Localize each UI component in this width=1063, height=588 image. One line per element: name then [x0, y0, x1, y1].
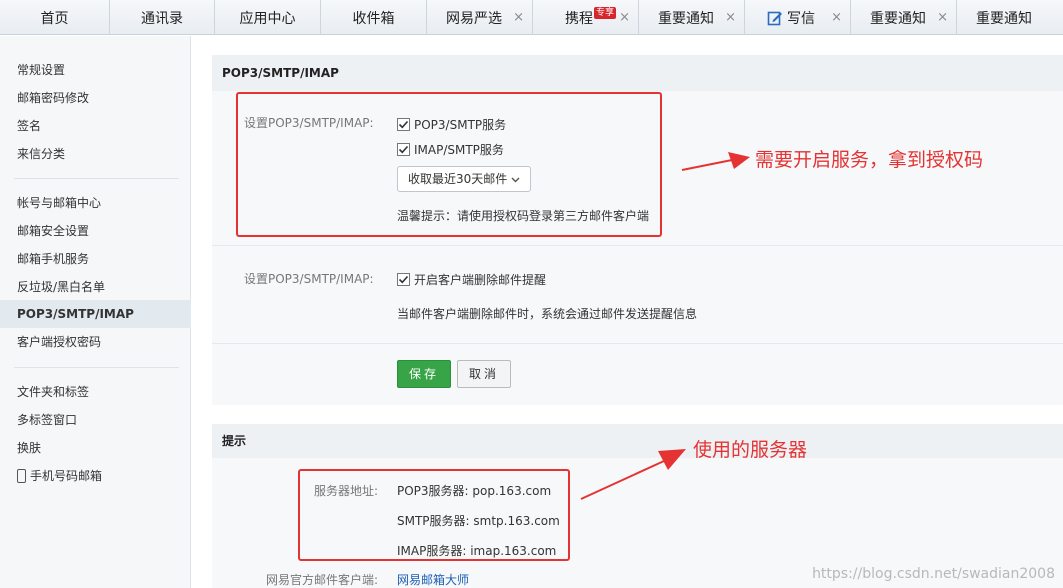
sidebar-item-mobile-service[interactable]: 邮箱手机服务 — [0, 245, 191, 273]
checkbox-box[interactable] — [397, 273, 410, 286]
save-button[interactable]: 保存 — [397, 360, 451, 388]
sidebar-item-password[interactable]: 邮箱密码修改 — [0, 84, 191, 112]
checkbox-label: 开启客户端删除邮件提醒 — [414, 273, 547, 287]
sidebar-item-filters[interactable]: 来信分类 — [0, 140, 191, 168]
sidebar-item-folders[interactable]: 文件夹和标签 — [0, 378, 191, 406]
tab-label: 重要通知 — [976, 10, 1032, 27]
sidebar-item-multitab[interactable]: 多标签窗口 — [0, 406, 191, 434]
close-icon[interactable]: × — [513, 10, 524, 25]
tab-yanxuan[interactable]: 网易严选 × — [427, 0, 533, 35]
sidebar-divider — [14, 178, 179, 179]
mail-master-link[interactable]: 网易邮箱大师 — [397, 571, 469, 588]
tab-notice-3[interactable]: 重要通知 — [957, 0, 1063, 35]
tab-compose[interactable]: 写信 × — [745, 0, 851, 35]
tab-home[interactable]: 首页 — [0, 0, 110, 35]
tab-app-center[interactable]: 应用中心 — [215, 0, 321, 35]
promo-badge: 专享 — [594, 6, 617, 19]
phone-icon — [17, 469, 26, 483]
cancel-button[interactable]: 取消 — [457, 360, 511, 388]
sidebar-item-skin[interactable]: 换肤 — [0, 434, 191, 462]
delete-reminder-label: 设置POP3/SMTP/IMAP: — [244, 272, 374, 286]
close-icon[interactable]: × — [937, 10, 948, 25]
sidebar-item-security[interactable]: 邮箱安全设置 — [0, 217, 191, 245]
arrow-icon — [681, 152, 750, 171]
tab-label: 携程 — [565, 10, 593, 27]
delete-reminder-checkbox[interactable]: 开启客户端删除邮件提醒 — [397, 271, 546, 288]
delete-reminder-desc: 当邮件客户端删除邮件时，系统会通过邮件发送提醒信息 — [397, 307, 698, 321]
sidebar-item-general[interactable]: 常规设置 — [0, 56, 191, 84]
check-icon — [398, 275, 409, 284]
row-divider — [212, 343, 1063, 344]
annotation-enable-service: 需要开启服务，拿到授权码 — [755, 149, 984, 171]
sidebar-item-account[interactable]: 帐号与邮箱中心 — [0, 189, 191, 217]
tab-label: 写信 — [787, 10, 815, 27]
tab-label: 网易严选 — [446, 10, 502, 27]
row-divider — [212, 245, 1063, 246]
tab-contacts[interactable]: 通讯录 — [110, 0, 215, 35]
tab-label: 应用中心 — [239, 10, 296, 27]
sidebar-divider — [14, 367, 179, 368]
tab-notice-2[interactable]: 重要通知 × — [851, 0, 957, 35]
close-icon[interactable]: × — [619, 10, 630, 25]
tab-inbox[interactable]: 收件箱 — [321, 0, 427, 35]
tab-ctrip[interactable]: 携程 专享 × — [533, 0, 639, 35]
highlight-box-services — [236, 92, 662, 237]
tab-label: 重要通知 — [870, 10, 926, 27]
sidebar-item-antispam[interactable]: 反垃圾/黑白名单 — [0, 273, 191, 301]
close-icon[interactable]: × — [831, 10, 842, 25]
close-icon[interactable]: × — [725, 10, 736, 25]
sidebar-item-label: 手机号码邮箱 — [30, 469, 103, 483]
tab-label: 首页 — [40, 10, 69, 27]
sidebar-item-phone-mailbox[interactable]: 手机号码邮箱 — [0, 462, 191, 490]
highlight-box-servers — [298, 469, 570, 561]
pop3-section-title: POP3/SMTP/IMAP — [212, 55, 1063, 91]
sidebar-item-pop3[interactable]: POP3/SMTP/IMAP — [0, 300, 191, 328]
watermark: https://blog.csdn.net/swadian2008 — [812, 566, 1055, 582]
tab-notice-1[interactable]: 重要通知 × — [639, 0, 745, 35]
mail-settings-page: 首页 通讯录 应用中心 收件箱 网易严选 × 携程 专享 × 重要通知 × 写信… — [0, 0, 1063, 588]
arrow-icon — [580, 449, 686, 500]
tab-label: 通讯录 — [141, 10, 183, 27]
tab-label: 收件箱 — [352, 10, 395, 27]
settings-sidebar: 常规设置 邮箱密码修改 签名 来信分类 帐号与邮箱中心 邮箱安全设置 邮箱手机服… — [0, 36, 191, 588]
sidebar-item-signature[interactable]: 签名 — [0, 112, 191, 140]
sidebar-item-auth-code[interactable]: 客户端授权密码 — [0, 328, 191, 356]
tab-bar: 首页 通讯录 应用中心 收件箱 网易严选 × 携程 专享 × 重要通知 × 写信… — [0, 0, 1063, 35]
edit-icon — [767, 11, 782, 25]
official-client-label: 网易官方邮件客户端: — [266, 573, 379, 587]
tab-label: 重要通知 — [658, 10, 714, 27]
annotation-server-used: 使用的服务器 — [693, 439, 808, 461]
